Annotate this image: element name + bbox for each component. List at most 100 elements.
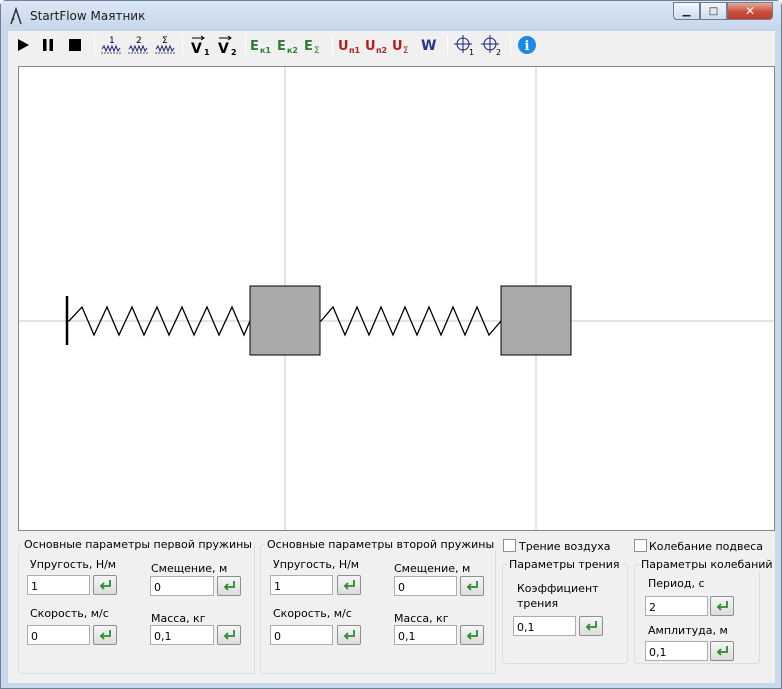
friction-group-title: Параметры трения bbox=[507, 558, 622, 571]
spring1-displacement-label: Смещение, м bbox=[151, 562, 228, 575]
minimize-icon: ▁ bbox=[682, 5, 691, 17]
potential-energy-1-button[interactable]: U п1 bbox=[337, 33, 363, 57]
spring2-displacement-label: Смещение, м bbox=[394, 562, 471, 575]
amplitude-label: Амплитуда, м bbox=[648, 624, 728, 637]
kinetic-energy-1-icon: E к1 bbox=[250, 39, 271, 55]
amplitude-input[interactable] bbox=[645, 641, 708, 661]
stop-button[interactable] bbox=[63, 33, 87, 57]
spring-sum-button[interactable]: Σ bbox=[153, 33, 177, 57]
enter-arrow-icon bbox=[585, 621, 597, 631]
svg-text:2: 2 bbox=[231, 48, 237, 56]
svg-text:к1: к1 bbox=[260, 46, 271, 55]
spring1-displacement-input[interactable] bbox=[150, 576, 214, 596]
toolbar-separator bbox=[94, 35, 95, 55]
period-apply-button[interactable] bbox=[710, 596, 734, 616]
svg-text:2: 2 bbox=[136, 36, 142, 46]
svg-text:Σ: Σ bbox=[314, 46, 320, 56]
spring1-stiffness-apply-button[interactable] bbox=[93, 575, 117, 595]
svg-text:1: 1 bbox=[109, 36, 115, 46]
pause-button[interactable] bbox=[36, 33, 60, 57]
enter-arrow-icon bbox=[466, 630, 478, 640]
friction-coef-apply-button[interactable] bbox=[579, 616, 603, 636]
maximize-icon: □ bbox=[708, 5, 719, 17]
potential-energy-2-button[interactable]: U п2 bbox=[364, 33, 390, 57]
crosshair-1-button[interactable]: 1 bbox=[453, 33, 477, 57]
info-button[interactable]: i bbox=[515, 33, 539, 57]
toolbar-separator bbox=[245, 35, 246, 55]
velocity-1-button[interactable]: V 1 bbox=[189, 33, 213, 57]
info-icon: i bbox=[518, 36, 536, 54]
spring2-mass-input[interactable] bbox=[394, 625, 457, 645]
svg-text:п1: п1 bbox=[349, 46, 361, 55]
mass-1[interactable] bbox=[249, 285, 321, 356]
spring1-stiffness-input[interactable] bbox=[27, 575, 90, 595]
crosshair-2-button[interactable]: 2 bbox=[480, 33, 504, 57]
spring1-stiffness-label: Упругость, Н/м bbox=[30, 558, 117, 571]
spring2-stiffness-input[interactable] bbox=[270, 575, 333, 595]
spring1-velocity-apply-button[interactable] bbox=[93, 625, 117, 645]
air-friction-checkbox[interactable] bbox=[503, 539, 516, 552]
svg-text:U: U bbox=[392, 39, 403, 54]
close-icon: ✕ bbox=[744, 4, 756, 18]
kinetic-energy-sum-button[interactable]: E Σ bbox=[303, 33, 327, 57]
toolbar-separator bbox=[182, 35, 183, 55]
work-icon: W bbox=[421, 38, 436, 54]
svg-text:U: U bbox=[365, 39, 376, 54]
svg-text:п2: п2 bbox=[376, 46, 387, 55]
svg-text:i: i bbox=[525, 39, 530, 54]
suspension-oscillation-checkbox[interactable] bbox=[634, 539, 647, 552]
kinetic-energy-sum-icon: E Σ bbox=[304, 39, 320, 56]
stop-icon bbox=[69, 39, 81, 51]
suspension-oscillation-label: Колебание подвеса bbox=[649, 540, 764, 553]
potential-energy-sum-icon: U Σ bbox=[392, 39, 409, 56]
svg-text:E: E bbox=[304, 39, 313, 54]
spring1-mass-apply-button[interactable] bbox=[217, 625, 241, 645]
app-icon bbox=[10, 7, 22, 25]
enter-arrow-icon bbox=[716, 646, 728, 656]
spring1-mass-input[interactable] bbox=[150, 625, 214, 645]
spring2-mass-apply-button[interactable] bbox=[460, 625, 484, 645]
kinetic-energy-2-button[interactable]: E к2 bbox=[276, 33, 302, 57]
title-bar[interactable]: StartFlow Маятник ▁ □ ✕ bbox=[1, 1, 781, 31]
pause-icon bbox=[43, 39, 53, 51]
velocity-2-button[interactable]: V 2 bbox=[216, 33, 240, 57]
app-window: StartFlow Маятник ▁ □ ✕ 1 2 Σ V 1 V 2 E … bbox=[0, 0, 782, 689]
svg-text:1: 1 bbox=[204, 48, 210, 56]
kinetic-energy-1-button[interactable]: E к1 bbox=[249, 33, 275, 57]
velocity-2-icon: V 2 bbox=[218, 35, 237, 56]
work-button[interactable]: W bbox=[419, 33, 441, 57]
svg-text:W: W bbox=[421, 38, 436, 54]
friction-coef-input[interactable] bbox=[513, 616, 576, 636]
friction-coef-label-line2: трения bbox=[517, 597, 559, 610]
potential-energy-sum-button[interactable]: U Σ bbox=[391, 33, 415, 57]
maximize-button[interactable]: □ bbox=[700, 2, 727, 20]
play-button[interactable] bbox=[11, 33, 35, 57]
spring2-displacement-apply-button[interactable] bbox=[460, 576, 484, 596]
spring2-velocity-apply-button[interactable] bbox=[337, 625, 361, 645]
spring1-velocity-label: Скорость, м/с bbox=[30, 607, 109, 620]
oscillation-group-title: Параметры колебаний bbox=[639, 558, 775, 571]
spring2-displacement-input[interactable] bbox=[394, 576, 457, 596]
mass-2[interactable] bbox=[500, 285, 572, 356]
amplitude-apply-button[interactable] bbox=[710, 641, 734, 661]
spring1-displacement-apply-button[interactable] bbox=[217, 576, 241, 596]
spring-1-button[interactable]: 1 bbox=[99, 33, 123, 57]
air-friction-label: Трение воздуха bbox=[519, 540, 611, 553]
minimize-button[interactable]: ▁ bbox=[673, 2, 700, 20]
enter-arrow-icon bbox=[223, 581, 235, 591]
spring-2-button[interactable]: 2 bbox=[126, 33, 150, 57]
close-button[interactable]: ✕ bbox=[727, 2, 773, 20]
velocity-1-icon: V 1 bbox=[191, 35, 210, 56]
spring1-mass-label: Масса, кг bbox=[151, 612, 206, 625]
spring1-velocity-input[interactable] bbox=[27, 625, 90, 645]
client-area: 1 2 Σ V 1 V 2 E к1 E к2 E Σ U п1 U п2 U … bbox=[8, 31, 775, 683]
period-input[interactable] bbox=[645, 596, 708, 616]
spring2-velocity-input[interactable] bbox=[270, 625, 333, 645]
spring-2-icon: 2 bbox=[128, 36, 148, 54]
spring2-stiffness-apply-button[interactable] bbox=[337, 575, 361, 595]
svg-text:2: 2 bbox=[496, 48, 501, 56]
friction-coef-label-line1: Коэффициент bbox=[517, 582, 599, 595]
spring2-mass-label: Масса, кг bbox=[394, 612, 449, 625]
spring2-velocity-label: Скорость, м/с bbox=[273, 607, 352, 620]
kinetic-energy-2-icon: E к2 bbox=[277, 39, 298, 55]
